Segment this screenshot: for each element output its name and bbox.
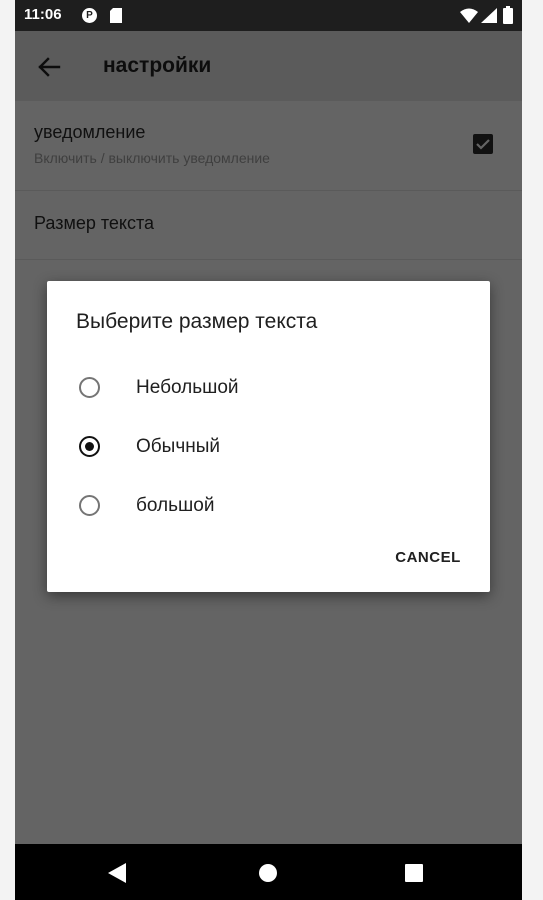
app-bar: настройки [15, 31, 522, 101]
nav-recents-icon[interactable] [405, 864, 423, 882]
phone-screen: 11:06 P настройки уведомление Включить /… [15, 0, 522, 900]
status-bar: 11:06 P [15, 0, 522, 31]
nav-home-icon[interactable] [258, 863, 278, 883]
divider [15, 259, 522, 260]
cancel-button[interactable]: CANCEL [380, 540, 476, 576]
notification-badge-icon: P [82, 8, 97, 23]
arrow-left-icon [38, 57, 61, 77]
navigation-bar [15, 844, 522, 900]
option-large[interactable]: большой [47, 479, 490, 535]
back-button[interactable] [31, 49, 67, 85]
option-normal[interactable]: Обычный [47, 420, 490, 476]
radio-small[interactable] [79, 377, 100, 398]
notification-pref-summary: Включить / выключить уведомление [34, 150, 270, 166]
signal-icon [481, 8, 497, 23]
device-frame-left [0, 0, 15, 900]
nav-back-icon[interactable] [108, 863, 126, 883]
sd-card-icon [110, 8, 122, 23]
notification-preference[interactable]: уведомление Включить / выключить уведомл… [15, 101, 522, 190]
check-icon [476, 139, 490, 150]
wifi-icon [460, 8, 478, 23]
notification-pref-title: уведомление [34, 122, 146, 142]
radio-dot [85, 442, 94, 451]
option-small[interactable]: Небольшой [47, 361, 490, 417]
page-title: настройки [103, 54, 212, 77]
status-time: 11:06 [24, 6, 62, 23]
text-size-dialog: Выберите размер текста Небольшой Обычный… [47, 281, 490, 592]
option-large-label: большой [136, 495, 215, 516]
radio-normal[interactable] [79, 436, 100, 457]
battery-icon [503, 6, 513, 24]
text-size-pref-title: Размер текста [34, 213, 155, 233]
option-small-label: Небольшой [136, 377, 239, 398]
text-size-preference[interactable]: Размер текста [15, 191, 522, 259]
option-normal-label: Обычный [136, 436, 220, 457]
dialog-title: Выберите размер текста [76, 310, 318, 333]
device-frame-right [522, 0, 543, 900]
notification-checkbox[interactable] [473, 134, 493, 154]
radio-large[interactable] [79, 495, 100, 516]
